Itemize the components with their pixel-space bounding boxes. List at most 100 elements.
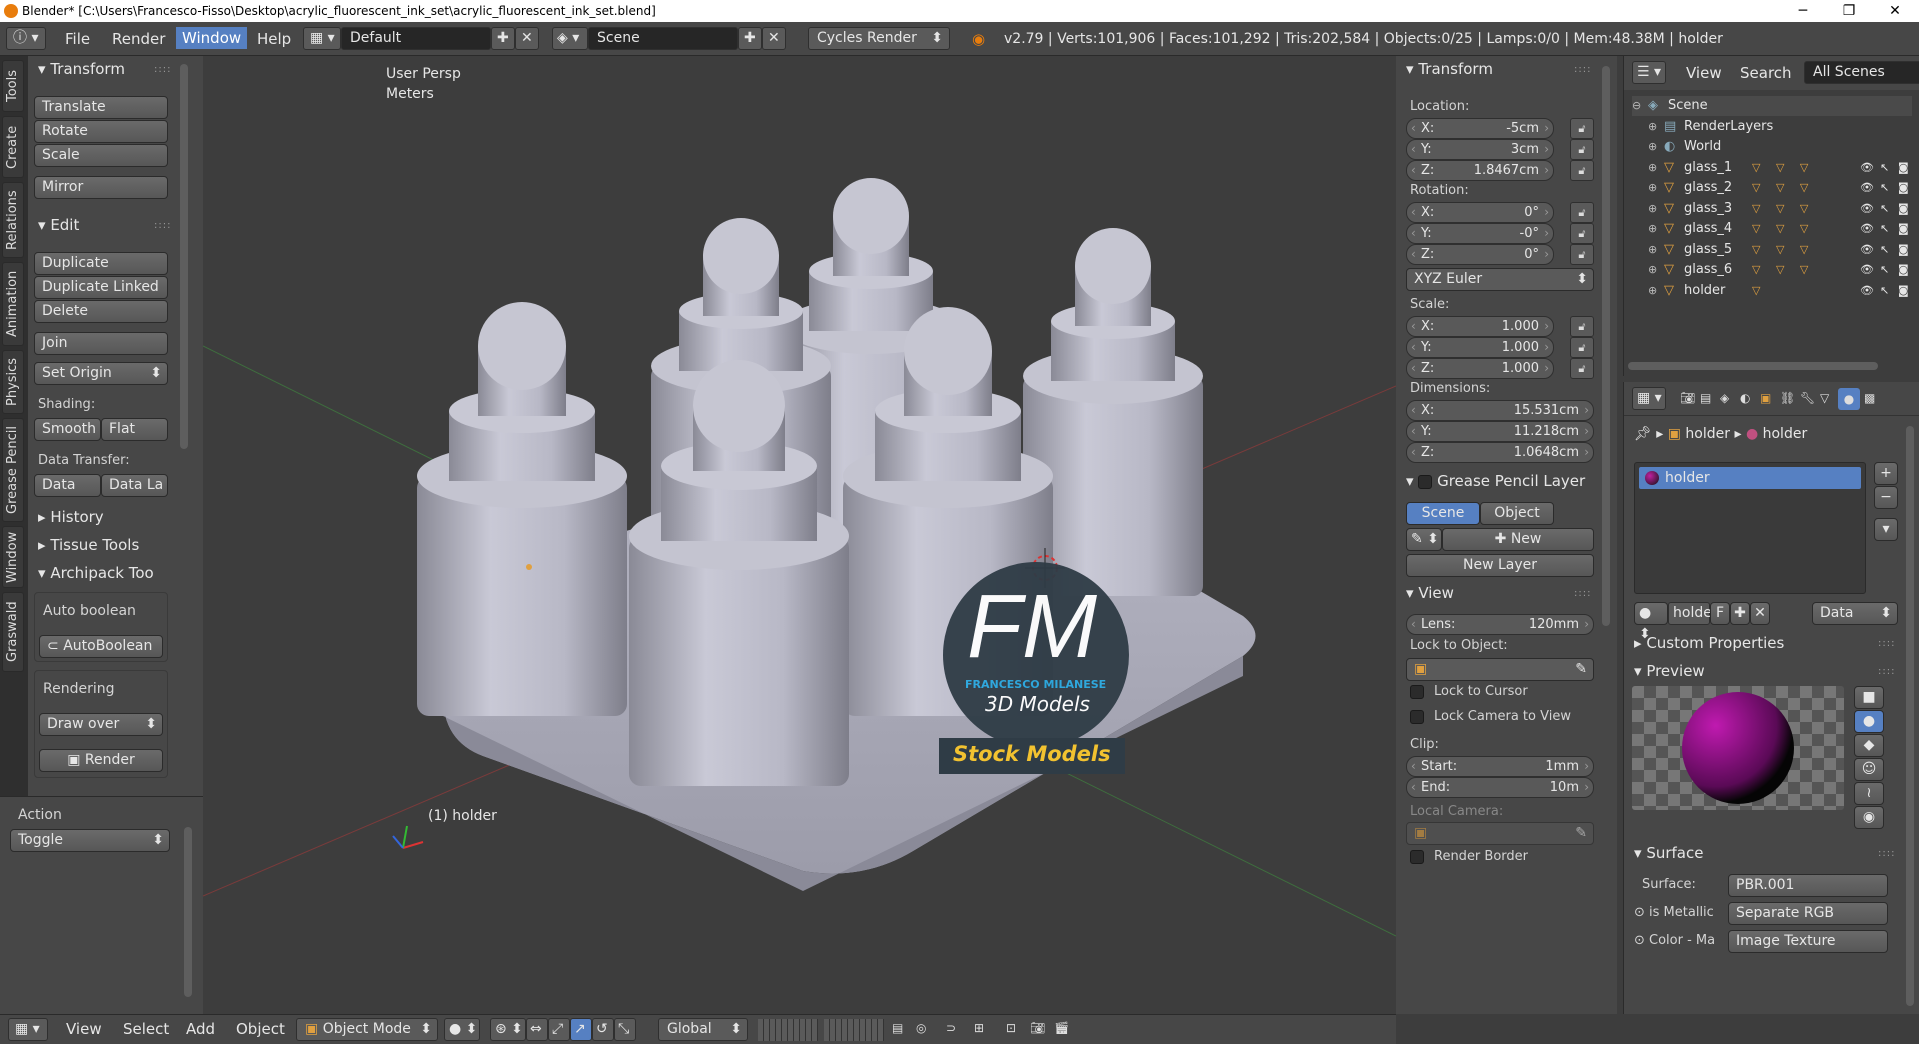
display-mode-select[interactable]: All Scenes <box>1804 61 1919 84</box>
world-tab-icon[interactable]: ◐ <box>1740 391 1750 405</box>
mirror-button[interactable]: Mirror <box>34 176 168 199</box>
menu-window[interactable]: Window <box>176 27 248 49</box>
add-menu[interactable]: Add <box>186 1020 215 1038</box>
outliner-item-world[interactable]: ⊕ ◐ World <box>1632 137 1912 157</box>
drag-grip-icon[interactable]: :::: <box>154 64 171 75</box>
render-border-checkbox[interactable] <box>1410 850 1424 864</box>
surface-shader-select[interactable]: PBR.001 <box>1728 874 1888 897</box>
render-camera-icon[interactable]: ◙ <box>1898 281 1909 301</box>
render-camera-icon[interactable]: ◙ <box>1898 178 1909 198</box>
color-input-select[interactable]: Image Texture <box>1728 930 1888 953</box>
lens-field[interactable]: Lens:120mm <box>1406 614 1594 635</box>
lock-icon[interactable]: 🔓︎ <box>1570 223 1594 244</box>
close-button[interactable]: ✕ <box>1872 0 1918 22</box>
menu-file[interactable]: File <box>65 30 90 48</box>
remove-layout-icon[interactable]: ✕ <box>515 27 539 50</box>
visibility-eye-icon[interactable]: 👁︎ <box>1860 158 1874 178</box>
preview-header[interactable]: ▾ Preview <box>1634 662 1705 680</box>
auto-boolean-button[interactable]: ⊂ AutoBoolean <box>39 635 163 658</box>
gp-object-tab[interactable]: Object <box>1480 502 1554 525</box>
move-widget-icon[interactable]: ↗ <box>570 1018 592 1041</box>
visibility-eye-icon[interactable]: 👁︎ <box>1860 240 1874 260</box>
object-menu[interactable]: Object <box>236 1020 285 1038</box>
scale-z-field[interactable]: Z:1.000 <box>1406 358 1554 379</box>
render-engine-select[interactable]: Cycles Render ⬍ <box>808 27 950 50</box>
lock-icon[interactable]: 🔓︎ <box>1570 337 1594 358</box>
rotation-y-field[interactable]: Y:-0° <box>1406 223 1554 244</box>
material-tab-icon[interactable]: ● <box>1838 388 1860 410</box>
tab-tools[interactable]: Tools <box>2 60 24 112</box>
visibility-eye-icon[interactable]: 👁︎ <box>1860 199 1874 219</box>
tab-graswald[interactable]: Graswald <box>2 592 24 672</box>
location-y-field[interactable]: Y:3cm <box>1406 139 1554 160</box>
outliner-item-renderlayers[interactable]: ⊕ ▤ RenderLayers <box>1632 117 1912 137</box>
preview-world-icon[interactable]: ◉ <box>1854 806 1884 829</box>
scene-icon[interactable]: ◈ ▾ <box>552 27 588 50</box>
render-camera-icon[interactable]: ◙ <box>1898 219 1909 239</box>
toggle-select[interactable]: Toggle ⬍ <box>10 829 170 852</box>
scene-selector[interactable]: Scene <box>588 27 738 50</box>
sidebar-scrollbar[interactable] <box>1602 66 1610 626</box>
duplicate-button[interactable]: Duplicate <box>34 252 168 275</box>
add-layout-icon[interactable]: ✚ <box>491 27 515 50</box>
draw-over-select[interactable]: Draw over ⬍ <box>39 713 163 736</box>
selectable-arrow-icon[interactable]: ↖ <box>1880 219 1889 239</box>
smooth-button[interactable]: Smooth <box>34 418 101 441</box>
scene-tab-icon[interactable]: ◈ <box>1720 391 1729 405</box>
rotate-button[interactable]: Rotate <box>34 120 168 143</box>
flat-button[interactable]: Flat <box>101 418 168 441</box>
expand-icon[interactable]: ⊕ <box>1648 178 1657 198</box>
drag-grip-icon[interactable]: :::: <box>154 220 171 231</box>
material-slots-list[interactable]: holder <box>1634 462 1866 594</box>
rotation-z-field[interactable]: Z:0° <box>1406 244 1554 265</box>
lock-object-field[interactable]: ▣ ✎ <box>1406 658 1594 681</box>
snap-target-icon[interactable]: ⊡ <box>1006 1021 1016 1035</box>
visibility-eye-icon[interactable]: 👁︎ <box>1860 178 1874 198</box>
outliner-item-glass-6[interactable]: ⊕ ▽ glass_6 ▽ ▽ ▽ 👁︎ ↖ ◙ <box>1632 260 1912 280</box>
data-transfer-button[interactable]: Data <box>34 474 101 497</box>
preview-flat-icon[interactable]: ■ <box>1854 686 1884 709</box>
metallic-input-select[interactable]: Separate RGB <box>1728 902 1888 925</box>
tab-relations[interactable]: Relations <box>2 182 24 258</box>
view-panel-header[interactable]: ▾ View <box>1406 584 1454 602</box>
clip-end-field[interactable]: End:10m <box>1406 777 1594 798</box>
pivot-point-icon[interactable]: ⊛ ⬍ <box>490 1018 526 1041</box>
scale-widget-icon[interactable]: ⤡ <box>614 1018 636 1041</box>
drag-grip-icon[interactable]: :::: <box>1878 848 1895 859</box>
remove-scene-icon[interactable]: ✕ <box>762 27 786 50</box>
lock-icon[interactable]: 🔓︎ <box>1570 160 1594 181</box>
tab-create[interactable]: Create <box>2 116 24 178</box>
expand-icon[interactable]: ⊕ <box>1648 281 1657 301</box>
render-camera-icon[interactable]: ◙ <box>1898 260 1909 280</box>
set-origin-select[interactable]: Set Origin ⬍ <box>34 362 168 385</box>
select-menu[interactable]: Select <box>123 1020 169 1038</box>
editor-type-info-icon[interactable]: ⓘ ▾ <box>6 27 46 50</box>
duplicate-linked-button[interactable]: Duplicate Linked <box>34 276 168 299</box>
3d-viewport[interactable]: User Persp Meters (1) holder FM FRANCESC… <box>203 56 1396 1008</box>
tissue-tools-panel-header[interactable]: ▸ Tissue Tools <box>38 536 139 554</box>
material-browse-icon[interactable]: ● ⬍ <box>1634 602 1668 642</box>
surface-header[interactable]: ▾ Surface <box>1634 844 1703 862</box>
gp-scene-tab[interactable]: Scene <box>1406 502 1480 525</box>
scale-button[interactable]: Scale <box>34 144 168 167</box>
scale-x-field[interactable]: X:1.000 <box>1406 316 1554 337</box>
layout-icon[interactable]: ▦ ▾ <box>303 27 341 50</box>
pin-icon[interactable]: 📌︎ <box>1634 426 1652 442</box>
properties-scrollbar[interactable] <box>1906 426 1914 1006</box>
tab-physics[interactable]: Physics <box>2 350 24 414</box>
viewport-editor-icon[interactable]: ▦ ▾ <box>8 1018 48 1041</box>
archipack-panel-header[interactable]: ▾ Archipack Too <box>38 564 168 582</box>
clip-start-field[interactable]: Start:1mm <box>1406 756 1594 777</box>
translate-manipulator-icon[interactable]: ⤢ <box>548 1018 570 1041</box>
slot-menu-icon[interactable]: ▾ <box>1874 518 1898 541</box>
eyedropper-icon[interactable]: ✎ <box>1575 823 1587 844</box>
outliner-item-glass-5[interactable]: ⊕ ▽ glass_5 ▽ ▽ ▽ 👁︎ ↖ ◙ <box>1632 240 1912 260</box>
outliner-item-glass-1[interactable]: ⊕ ▽ glass_1 ▽ ▽ ▽ 👁︎ ↖ ◙ <box>1632 158 1912 178</box>
drag-grip-icon[interactable]: :::: <box>1574 64 1591 75</box>
outliner-item-scene[interactable]: ⊖ ◈ Scene <box>1632 96 1912 116</box>
outliner-editor-icon[interactable]: ☰ ▾ <box>1632 61 1666 84</box>
render-tab-icon[interactable]: 📷︎ <box>1680 391 1695 405</box>
selectable-arrow-icon[interactable]: ↖ <box>1880 199 1889 219</box>
proportional-edit-icon[interactable]: ◎ <box>916 1021 926 1035</box>
data-layout-button[interactable]: Data La <box>101 474 168 497</box>
